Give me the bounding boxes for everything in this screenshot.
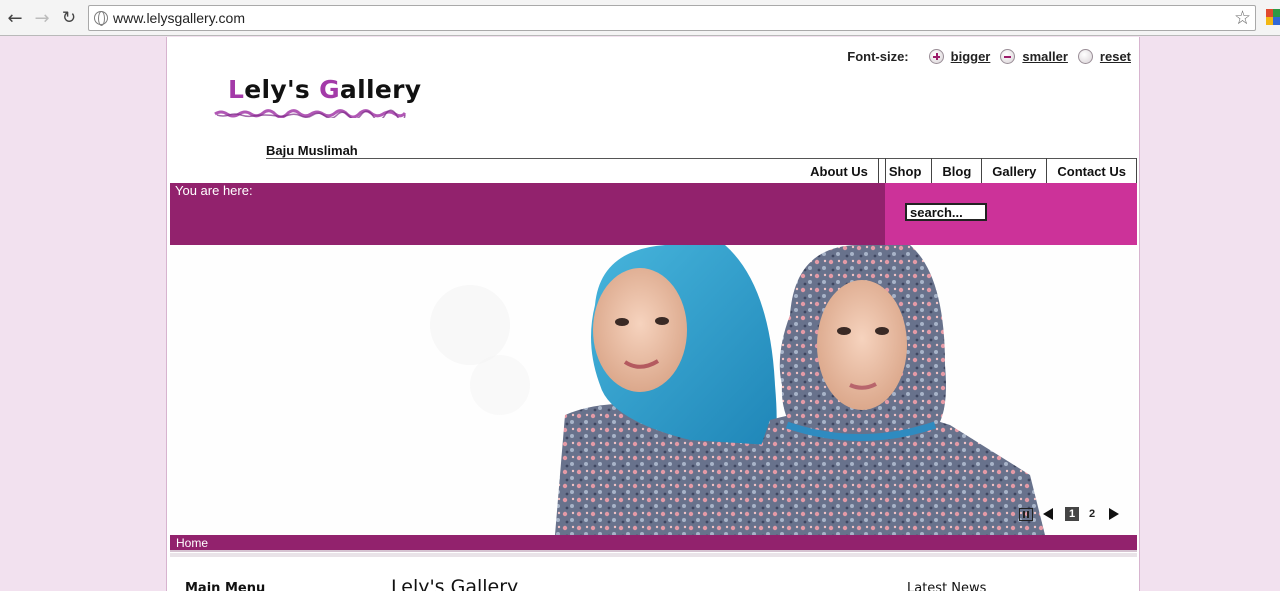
minus-circle-icon xyxy=(1000,49,1016,64)
logo-underline-flourish xyxy=(214,109,407,118)
address-bar[interactable]: www.lelysgallery.com ☆ xyxy=(88,5,1256,31)
pause-icon[interactable] xyxy=(1019,507,1033,521)
font-bigger-label[interactable]: bigger xyxy=(951,49,991,64)
extension-icon[interactable] xyxy=(1266,9,1280,25)
font-smaller-link[interactable]: smaller xyxy=(1000,49,1068,64)
logo-initial-g: G xyxy=(319,75,340,104)
plus-circle-icon xyxy=(928,49,944,64)
breadcrumb-area: You are here: xyxy=(170,183,885,245)
reload-icon[interactable]: ↻ xyxy=(58,7,80,29)
page-container: Font-size: bigger smaller reset Lely's G… xyxy=(166,37,1140,591)
latest-news-heading: Latest News xyxy=(907,581,987,591)
forward-icon[interactable]: → xyxy=(31,7,53,29)
search-area: search... xyxy=(885,183,1137,245)
search-input[interactable]: search... xyxy=(905,203,987,221)
main-navigation: About Us Shop Blog Gallery Contact Us xyxy=(800,158,1136,184)
nav-contact-us[interactable]: Contact Us xyxy=(1046,158,1136,184)
address-bar-url[interactable]: www.lelysgallery.com xyxy=(113,10,245,26)
font-reset-label[interactable]: reset xyxy=(1100,49,1131,64)
breadcrumb-search-bar: You are here: search... xyxy=(170,183,1137,245)
font-reset-link[interactable]: reset xyxy=(1077,49,1131,64)
site-tagline: Baju Muslimah xyxy=(266,143,358,158)
home-bar-shadow xyxy=(170,553,1137,557)
banner-slideshow: 1 2 xyxy=(170,245,1137,535)
slide-page-1[interactable]: 1 xyxy=(1065,507,1079,521)
banner-image xyxy=(430,245,1045,535)
previous-icon[interactable] xyxy=(1043,508,1053,520)
home-link[interactable]: Home xyxy=(176,536,208,550)
breadcrumb-label: You are here: xyxy=(175,183,253,198)
home-breadcrumb-bar: Home xyxy=(170,535,1137,552)
logo-text-second: allery xyxy=(339,75,422,104)
nav-about-us[interactable]: About Us xyxy=(800,158,878,184)
back-icon[interactable]: ← xyxy=(4,7,26,29)
font-size-label: Font-size: xyxy=(847,49,909,64)
font-bigger-link[interactable]: bigger xyxy=(928,49,991,64)
content-heading: Lely's Gallery xyxy=(391,576,519,591)
nav-gallery[interactable]: Gallery xyxy=(981,158,1046,184)
font-size-controls: Font-size: bigger smaller reset xyxy=(847,49,1131,64)
nav-blog[interactable]: Blog xyxy=(931,158,981,184)
font-smaller-label[interactable]: smaller xyxy=(1022,49,1068,64)
next-icon[interactable] xyxy=(1109,508,1119,520)
site-logo[interactable]: Lely's Gallery xyxy=(228,75,421,104)
reset-circle-icon xyxy=(1077,49,1093,64)
logo-initial-l: L xyxy=(228,75,245,104)
browser-toolbar: ← → ↻ www.lelysgallery.com ☆ xyxy=(0,0,1280,36)
nav-shop[interactable]: Shop xyxy=(877,158,932,184)
bookmark-star-icon[interactable]: ☆ xyxy=(1234,7,1251,29)
slide-page-2[interactable]: 2 xyxy=(1085,507,1099,521)
globe-icon xyxy=(94,11,108,26)
main-menu-heading: Main Menu xyxy=(185,581,266,591)
logo-text-first: ely's xyxy=(244,75,320,104)
slideshow-controls: 1 2 xyxy=(1019,507,1119,521)
